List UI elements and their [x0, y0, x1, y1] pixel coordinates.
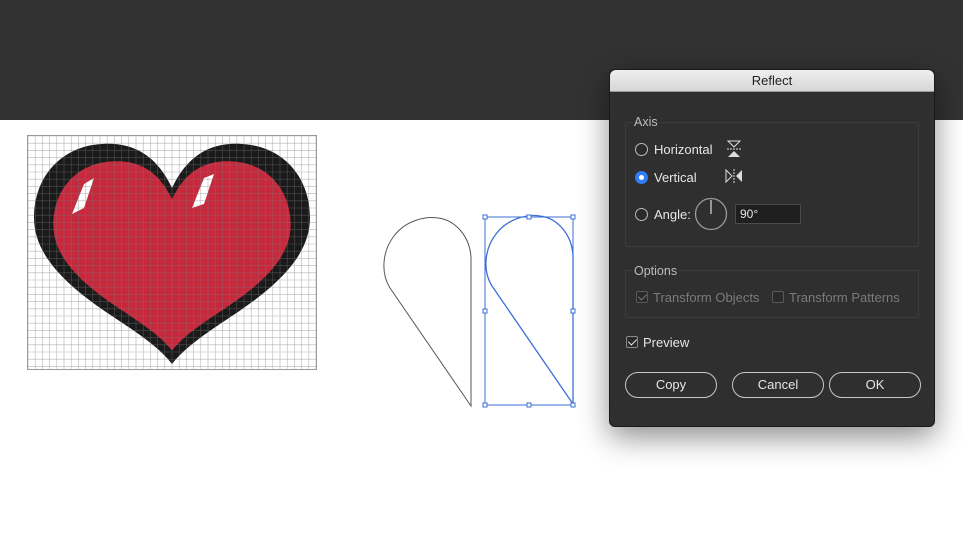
pixel-grid — [28, 136, 316, 369]
half-heart-artwork[interactable] — [380, 210, 580, 410]
radio-label-vertical: Vertical — [654, 169, 697, 185]
radio-button-vertical[interactable] — [635, 170, 648, 184]
angle-dial-icon[interactable] — [694, 197, 728, 231]
options-group-label: Options — [632, 264, 680, 278]
preview-checkbox[interactable] — [626, 336, 638, 348]
radio-vertical[interactable]: Vertical — [635, 168, 697, 186]
reflect-horizontal-icon — [726, 140, 742, 157]
radio-label-angle: Angle: — [654, 206, 691, 222]
transform-objects-checkbox[interactable] — [636, 291, 648, 303]
reflect-vertical-icon — [725, 168, 742, 184]
angle-input[interactable]: 90° — [735, 204, 801, 224]
dialog-title: Reflect — [610, 70, 934, 92]
pixel-heart-graphic — [28, 136, 316, 369]
transform-patterns-option[interactable]: Transform Patterns — [772, 289, 900, 305]
radio-button-angle[interactable] — [635, 207, 648, 221]
selection-handles[interactable] — [482, 214, 576, 408]
radio-horizontal[interactable]: Horizontal — [635, 140, 713, 158]
selection-bounding-box — [484, 216, 574, 406]
preview-option[interactable]: Preview — [626, 334, 689, 350]
ok-button[interactable]: OK — [829, 372, 921, 398]
transform-objects-label: Transform Objects — [653, 289, 760, 305]
transform-patterns-checkbox[interactable] — [772, 291, 784, 303]
reflect-dialog[interactable]: Reflect Axis Horizontal Vertical Angle: … — [609, 69, 935, 427]
pixel-heart-image[interactable] — [27, 135, 317, 370]
axis-group-label: Axis — [632, 115, 660, 129]
preview-label: Preview — [643, 334, 690, 350]
copy-button[interactable]: Copy — [625, 372, 717, 398]
radio-button-horizontal[interactable] — [635, 142, 648, 156]
radio-angle[interactable]: Angle: — [635, 205, 691, 223]
radio-label-horizontal: Horizontal — [654, 141, 713, 157]
transform-patterns-label: Transform Patterns — [789, 289, 900, 305]
transform-objects-option[interactable]: Transform Objects — [636, 289, 759, 305]
original-half-heart-shape[interactable] — [383, 217, 472, 408]
reflected-half-heart-shape[interactable] — [485, 214, 574, 407]
cancel-button[interactable]: Cancel — [732, 372, 824, 398]
